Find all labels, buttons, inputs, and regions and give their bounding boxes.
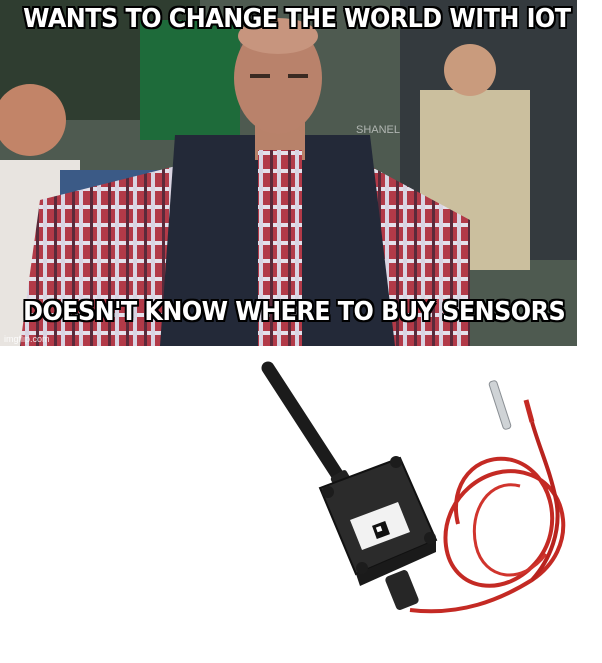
iot-sensor-image (261, 361, 566, 614)
temperature-probe-tip (488, 380, 512, 430)
top-caption: WANTS TO CHANGE THE WORLD WITH IOT (23, 4, 571, 34)
bottom-caption: DOESN'T KNOW WHERE TO BUY SENSORS (23, 297, 566, 327)
antenna (261, 361, 356, 496)
temperature-probe-cable (409, 399, 566, 614)
meme-image: WANTS TO CHANGE THE WORLD WITH IOT DOESN… (0, 0, 577, 346)
cable-gland (385, 570, 419, 610)
crowd-photo (0, 0, 577, 346)
watermark-text: SHANEL (356, 124, 401, 136)
imgflip-watermark: imgflip.com (4, 334, 50, 344)
